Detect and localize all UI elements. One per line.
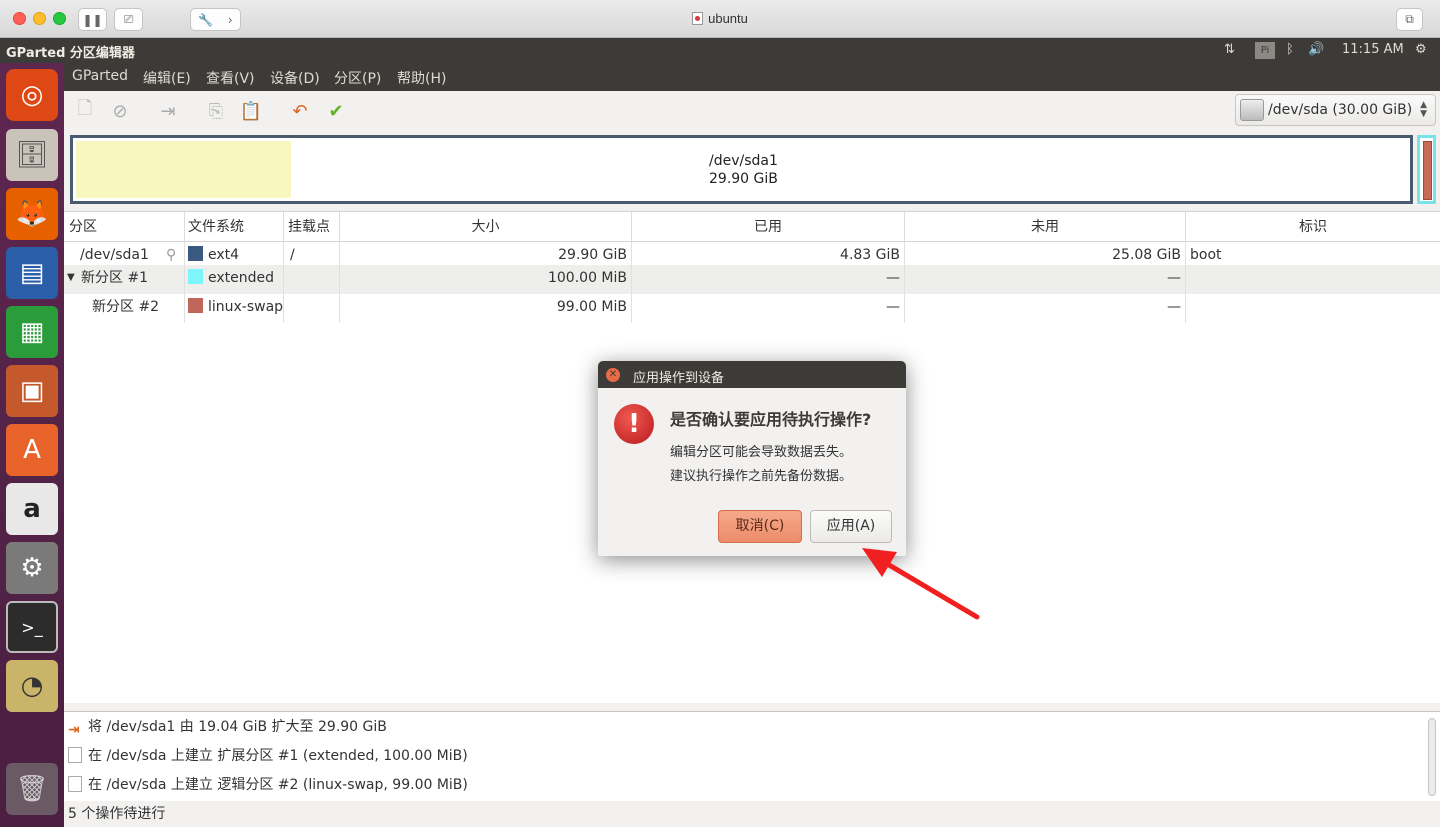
row-filesystem: ext4 bbox=[208, 247, 240, 263]
col-mountpoint[interactable]: 挂载点 bbox=[284, 212, 340, 242]
warning-icon: ! bbox=[614, 404, 654, 444]
row-filesystem: extended bbox=[208, 270, 275, 286]
table-row[interactable]: 新分区 #2 linux-swap 99.00 MiB — — bbox=[64, 294, 1440, 323]
scrollbar[interactable] bbox=[1428, 718, 1436, 796]
host-window-title: ubuntu bbox=[0, 11, 1440, 26]
row-partition: 新分区 #1 bbox=[81, 270, 149, 286]
clock[interactable]: 11:15 AM bbox=[1342, 42, 1404, 57]
apply-check-icon[interactable]: ✔ bbox=[325, 100, 347, 122]
apply-dialog: ✕ 应用操作到设备 ! 是否确认要应用待执行操作? 编辑分区可能会导致数据丢失。… bbox=[598, 361, 906, 556]
apply-button[interactable]: 应用(A) bbox=[810, 510, 892, 543]
ubuntu-dash-icon[interactable]: ◎ bbox=[6, 69, 58, 121]
files-icon[interactable]: 🗄 bbox=[6, 129, 58, 181]
gear-icon[interactable]: ⚙ bbox=[1415, 42, 1427, 57]
launcher: ◎ 🗄 🦊 ▤ ▦ ▣ A a ⚙ >_ ◔ 🗑 bbox=[0, 63, 64, 827]
firefox-icon[interactable]: 🦊 bbox=[6, 188, 58, 240]
amazon-icon[interactable]: a bbox=[6, 483, 58, 535]
software-center-icon[interactable]: A bbox=[6, 424, 58, 476]
col-filesystem[interactable]: 文件系统 bbox=[185, 212, 284, 242]
menu-edit[interactable]: 编辑(E) bbox=[143, 68, 191, 88]
filesystem-color-swatch bbox=[188, 269, 203, 284]
new-partition-icon[interactable]: 🗋 bbox=[74, 98, 96, 122]
list-item[interactable]: 在 /dev/sda 上建立 扩展分区 #1 (extended, 100.00… bbox=[68, 742, 468, 771]
disk-map-used-space bbox=[76, 141, 291, 198]
dialog-message: 编辑分区可能会导致数据丢失。 建议执行操作之前先备份数据。 bbox=[670, 445, 853, 484]
network-icon[interactable]: ⇅ bbox=[1224, 42, 1235, 57]
col-size[interactable]: 大小 bbox=[340, 212, 632, 242]
harddisk-icon bbox=[1240, 99, 1264, 121]
row-size: 99.00 MiB bbox=[340, 294, 632, 323]
cancel-button[interactable]: 取消(C) bbox=[718, 510, 802, 543]
resize-operation-icon: ⇥ bbox=[68, 722, 80, 738]
row-partition: 新分区 #2 bbox=[64, 294, 185, 323]
row-partition: /dev/sda1 bbox=[80, 247, 149, 263]
device-selector[interactable]: /dev/sda (30.00 GiB) ▲ ▼ bbox=[1235, 94, 1436, 126]
row-mountpoint bbox=[284, 265, 340, 294]
dialog-heading: 是否确认要应用待执行操作? bbox=[670, 410, 872, 429]
new-partition-operation-icon bbox=[68, 776, 82, 792]
col-used[interactable]: 已用 bbox=[632, 212, 905, 242]
dialog-title: 应用操作到设备 bbox=[633, 371, 725, 386]
input-method-indicator[interactable]: Pi bbox=[1255, 42, 1275, 59]
disk-map-extended-partition[interactable] bbox=[1417, 135, 1436, 204]
delete-partition-icon[interactable]: ⊘ bbox=[109, 100, 131, 122]
col-flags[interactable]: 标识 bbox=[1186, 212, 1440, 242]
menu-view[interactable]: 查看(V) bbox=[206, 68, 255, 88]
updown-arrows-icon: ▲ ▼ bbox=[1420, 100, 1427, 119]
fullscreen-button[interactable]: ⧉ bbox=[1396, 8, 1423, 31]
close-icon[interactable]: ✕ bbox=[606, 368, 620, 382]
libreoffice-writer-icon[interactable]: ▤ bbox=[6, 247, 58, 299]
system-settings-icon[interactable]: ⚙ bbox=[6, 542, 58, 594]
row-flags bbox=[1186, 265, 1440, 294]
filesystem-color-swatch bbox=[188, 246, 203, 261]
expander-arrow-icon[interactable]: ▼ bbox=[67, 265, 75, 291]
copy-icon[interactable]: ⎘ bbox=[205, 100, 227, 122]
gparted-icon[interactable]: ◔ bbox=[6, 660, 58, 712]
filesystem-color-swatch bbox=[188, 298, 203, 313]
device-selector-label: /dev/sda (30.00 GiB) bbox=[1268, 102, 1413, 118]
disk-map-partition[interactable]: /dev/sda1 29.90 GiB bbox=[70, 135, 1413, 204]
menubar: GParted 编辑(E) 查看(V) 设备(D) 分区(P) 帮助(H) bbox=[64, 63, 1440, 91]
row-unused: — bbox=[905, 294, 1186, 323]
row-used: — bbox=[632, 265, 905, 294]
menu-help[interactable]: 帮助(H) bbox=[397, 68, 446, 88]
host-window-titlebar: ❚❚ ⎚ 🔧 › ubuntu ⧉ bbox=[0, 0, 1440, 38]
disk-map-partition-name: /dev/sda1 bbox=[709, 153, 778, 169]
resize-move-icon[interactable]: ⇥ bbox=[157, 100, 179, 122]
row-unused: — bbox=[905, 265, 1186, 294]
pending-operations-list: ⇥ 将 /dev/sda1 由 19.04 GiB 扩大至 29.90 GiB 在… bbox=[64, 711, 1440, 801]
list-item[interactable]: 在 /dev/sda 上建立 逻辑分区 #2 (linux-swap, 99.0… bbox=[68, 771, 468, 800]
undo-icon[interactable]: ↶ bbox=[289, 100, 311, 122]
menu-device[interactable]: 设备(D) bbox=[270, 68, 320, 88]
row-filesystem: linux-swap bbox=[208, 299, 284, 315]
table-header: 分区 文件系统 挂载点 大小 已用 未用 标识 bbox=[64, 212, 1440, 242]
toolbar: 🗋 ⊘ ⇥ ⎘ 📋 ↶ ✔ bbox=[64, 91, 1440, 131]
menu-gparted[interactable]: GParted bbox=[72, 68, 128, 84]
new-partition-operation-icon bbox=[68, 747, 82, 763]
status-bar: 5 个操作待进行 bbox=[64, 801, 1440, 827]
col-unused[interactable]: 未用 bbox=[905, 212, 1186, 242]
libreoffice-impress-icon[interactable]: ▣ bbox=[6, 365, 58, 417]
app-title: GParted 分区编辑器 bbox=[6, 46, 135, 61]
table-row[interactable]: ▼ 新分区 #1 extended 100.00 MiB — — bbox=[64, 265, 1440, 294]
top-panel: GParted 分区编辑器 ⇅ Pi ᛒ 🔊 11:15 AM ⚙ bbox=[0, 38, 1440, 63]
bluetooth-icon[interactable]: ᛒ bbox=[1286, 42, 1294, 57]
dialog-titlebar: ✕ 应用操作到设备 bbox=[598, 361, 906, 388]
menu-partition[interactable]: 分区(P) bbox=[334, 68, 381, 88]
terminal-icon[interactable]: >_ bbox=[6, 601, 58, 653]
row-flags bbox=[1186, 294, 1440, 323]
row-used: — bbox=[632, 294, 905, 323]
fullscreen-icon: ⧉ bbox=[1405, 12, 1414, 26]
col-partition[interactable]: 分区 bbox=[64, 212, 185, 242]
volume-icon[interactable]: 🔊 bbox=[1308, 42, 1324, 57]
paste-icon[interactable]: 📋 bbox=[240, 100, 262, 122]
row-size: 100.00 MiB bbox=[340, 265, 632, 294]
vm-document-icon bbox=[692, 12, 704, 25]
trash-icon[interactable]: 🗑 bbox=[6, 763, 58, 815]
row-mountpoint bbox=[284, 294, 340, 323]
libreoffice-calc-icon[interactable]: ▦ bbox=[6, 306, 58, 358]
list-item[interactable]: ⇥ 将 /dev/sda1 由 19.04 GiB 扩大至 29.90 GiB bbox=[68, 713, 387, 742]
disk-map-partition-size: 29.90 GiB bbox=[709, 171, 778, 187]
